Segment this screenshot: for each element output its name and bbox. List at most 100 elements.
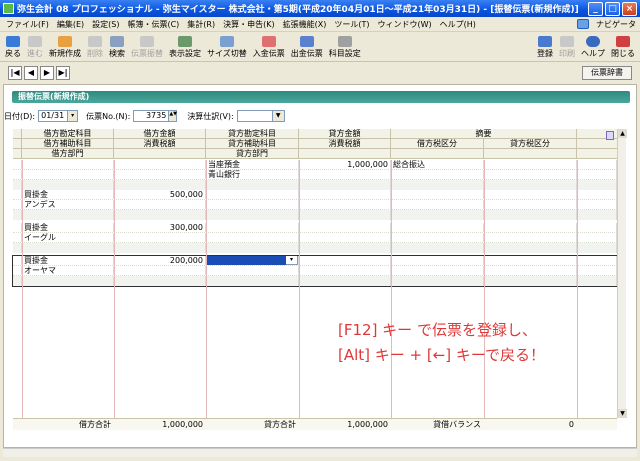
credit-amount-cell[interactable]: 1,000,000 — [299, 160, 391, 169]
navigator-button[interactable]: ナビゲータ — [592, 19, 640, 30]
debit-account-cell[interactable]: 買掛金 — [22, 190, 114, 199]
last-record-button[interactable]: ▶| — [56, 66, 70, 80]
calendar-icon[interactable] — [606, 131, 614, 140]
hdr-debit-tax-class: 借方税区分 — [391, 139, 484, 148]
delete-button[interactable]: 削除 — [84, 36, 106, 59]
menu-settings[interactable]: 設定(S) — [88, 19, 123, 30]
debit-amount-cell[interactable]: 500,000 — [114, 190, 206, 199]
form-fields-row: 日付(D): 01/31 ▾ 伝票No.(N): 3735 ▲▼ 決算仕訳(V)… — [4, 109, 285, 123]
credit-total-label: 貸方合計 — [264, 420, 296, 429]
back-button[interactable]: 戻る — [2, 36, 24, 59]
help-icon — [586, 36, 600, 47]
close-button[interactable]: × — [622, 1, 637, 16]
credit-account-active-cell[interactable]: ▾ — [206, 256, 299, 265]
new-button[interactable]: 新規作成 — [46, 36, 84, 59]
debit-sub-cell[interactable]: アンデス — [22, 200, 114, 209]
hdr-credit-tax-class: 貸方税区分 — [484, 139, 577, 148]
totals-row: 借方合計 1,000,000 貸方合計 1,000,000 貸借バランス 0 — [13, 418, 617, 430]
help-button[interactable]: ヘルプ — [578, 36, 608, 59]
menu-window[interactable]: ウィンドウ(W) — [373, 19, 435, 30]
register-button[interactable]: 登録 — [534, 36, 556, 59]
transfer-button[interactable]: 伝票振替 — [128, 36, 166, 59]
menu-tools[interactable]: ツール(T) — [330, 19, 373, 30]
journal-entry-row-selected[interactable]: 買掛金 200,000 ▾ オーヤマ — [12, 255, 618, 287]
closing-dropdown-icon[interactable]: ▼ — [272, 110, 285, 122]
maximize-button[interactable]: □ — [605, 1, 620, 16]
account-settings-icon — [337, 36, 352, 47]
slip-no-spinner[interactable]: ▲▼ — [169, 110, 178, 122]
title-bar: 弥生会計 08 プロフェッショナル - 弥生マイスター 株式会社・第5期(平成2… — [0, 0, 640, 17]
journal-entry-row[interactable]: 買掛金 300,000 イーグル — [13, 223, 617, 253]
slip-no-input[interactable]: 3735 — [133, 110, 170, 122]
payment-slip-icon — [299, 36, 314, 47]
hdr-debit-tax: 消費税額 — [114, 139, 206, 148]
navigator-icon — [577, 19, 589, 29]
display-settings-icon — [178, 36, 192, 47]
resize-button[interactable]: サイズ切替 — [204, 36, 250, 59]
horizontal-scrollbar[interactable] — [3, 448, 637, 457]
journal-entry-row[interactable]: 当座預金 1,000,000 総合振込 青山銀行 — [13, 160, 617, 190]
menu-bar: ファイル(F) 編集(E) 設定(S) 帳簿・伝票(C) 集計(R) 決算・申告… — [0, 17, 640, 32]
close-window-button[interactable]: 閉じる — [608, 36, 638, 59]
register-icon — [538, 36, 552, 47]
vertical-scrollbar[interactable]: ▲ ▼ — [617, 129, 627, 418]
scroll-up-icon[interactable]: ▲ — [618, 129, 627, 138]
debit-sub-cell[interactable]: イーグル — [22, 233, 114, 242]
receipt-slip-button[interactable]: 入金伝票 — [250, 36, 288, 59]
debit-amount-cell[interactable]: 300,000 — [114, 223, 206, 232]
new-doc-icon — [58, 36, 72, 47]
menu-help[interactable]: ヘルプ(H) — [436, 19, 480, 30]
scroll-down-icon[interactable]: ▼ — [618, 409, 627, 418]
balance-label: 貸借バランス — [433, 420, 481, 429]
forward-button[interactable]: 進む — [24, 36, 46, 59]
app-icon — [3, 3, 14, 14]
transfer-icon — [140, 36, 154, 47]
journal-grid-body: 当座預金 1,000,000 総合振込 青山銀行 買掛金 500,000 アンデス 買… — [12, 160, 618, 418]
payment-slip-button[interactable]: 出金伝票 — [288, 36, 326, 59]
debit-amount-cell[interactable]: 200,000 — [114, 256, 206, 265]
prev-record-button[interactable]: ◀ — [24, 66, 38, 80]
debit-total-label: 借方合計 — [79, 420, 111, 429]
toolbar: 戻る 進む 新規作成 削除 検索 伝票振替 表示設定 サイズ切替 入金伝票 出金… — [0, 32, 640, 62]
journal-entry-row[interactable]: 買掛金 500,000 アンデス — [13, 190, 617, 220]
instruction-line-1: [F12] キー で伝票を登録し、 — [338, 321, 537, 339]
menu-books[interactable]: 帳簿・伝票(C) — [123, 19, 183, 30]
hdr-debit-dept: 借方部門 — [22, 149, 114, 158]
menu-summary[interactable]: 集計(R) — [183, 19, 219, 30]
window-title: 弥生会計 08 プロフェッショナル - 弥生マイスター 株式会社・第5期(平成2… — [17, 5, 579, 15]
hdr-credit-account: 貸方勘定科目 — [206, 129, 299, 138]
closing-select[interactable] — [236, 110, 273, 122]
slip-pane: 振替伝票(新規作成) 日付(D): 01/31 ▾ 伝票No.(N): 3735… — [3, 84, 637, 448]
debit-sub-cell[interactable]: オーヤマ — [22, 266, 114, 275]
menu-closing[interactable]: 決算・申告(K) — [219, 19, 279, 30]
menu-extensions[interactable]: 拡張機能(X) — [279, 19, 331, 30]
minimize-button[interactable]: _ — [588, 1, 603, 16]
date-dropdown-icon[interactable]: ▾ — [68, 110, 79, 122]
record-navigation: |◀ ◀ ▶ ▶| — [0, 62, 640, 84]
slip-dictionary-button[interactable]: 伝票辞書 — [582, 66, 632, 80]
receipt-slip-icon — [261, 36, 276, 47]
credit-total-value: 1,000,000 — [347, 420, 388, 429]
account-settings-button[interactable]: 科目設定 — [326, 36, 364, 59]
date-label: 日付(D): — [4, 111, 36, 121]
back-arrow-icon — [6, 36, 20, 47]
menu-edit[interactable]: 編集(E) — [53, 19, 88, 30]
menu-file[interactable]: ファイル(F) — [2, 19, 53, 30]
display-settings-button[interactable]: 表示設定 — [166, 36, 204, 59]
next-record-button[interactable]: ▶ — [40, 66, 54, 80]
date-input[interactable]: 01/31 — [38, 110, 69, 122]
search-icon — [110, 36, 124, 47]
hdr-debit-account: 借方勘定科目 — [22, 129, 114, 138]
first-record-button[interactable]: |◀ — [8, 66, 22, 80]
debit-account-cell[interactable]: 買掛金 — [22, 256, 114, 265]
credit-account-cell[interactable]: 当座預金 — [206, 160, 299, 169]
memo-cell[interactable]: 総合振込 — [391, 160, 484, 169]
debit-account-cell[interactable]: 買掛金 — [22, 223, 114, 232]
balance-value: 0 — [568, 420, 574, 429]
account-dropdown-icon[interactable]: ▾ — [286, 256, 298, 265]
form-heading: 振替伝票(新規作成) — [12, 91, 630, 103]
print-button[interactable]: 印刷 — [556, 36, 578, 59]
search-button[interactable]: 検索 — [106, 36, 128, 59]
credit-sub-cell[interactable]: 青山銀行 — [206, 170, 299, 179]
resize-icon — [219, 36, 234, 47]
